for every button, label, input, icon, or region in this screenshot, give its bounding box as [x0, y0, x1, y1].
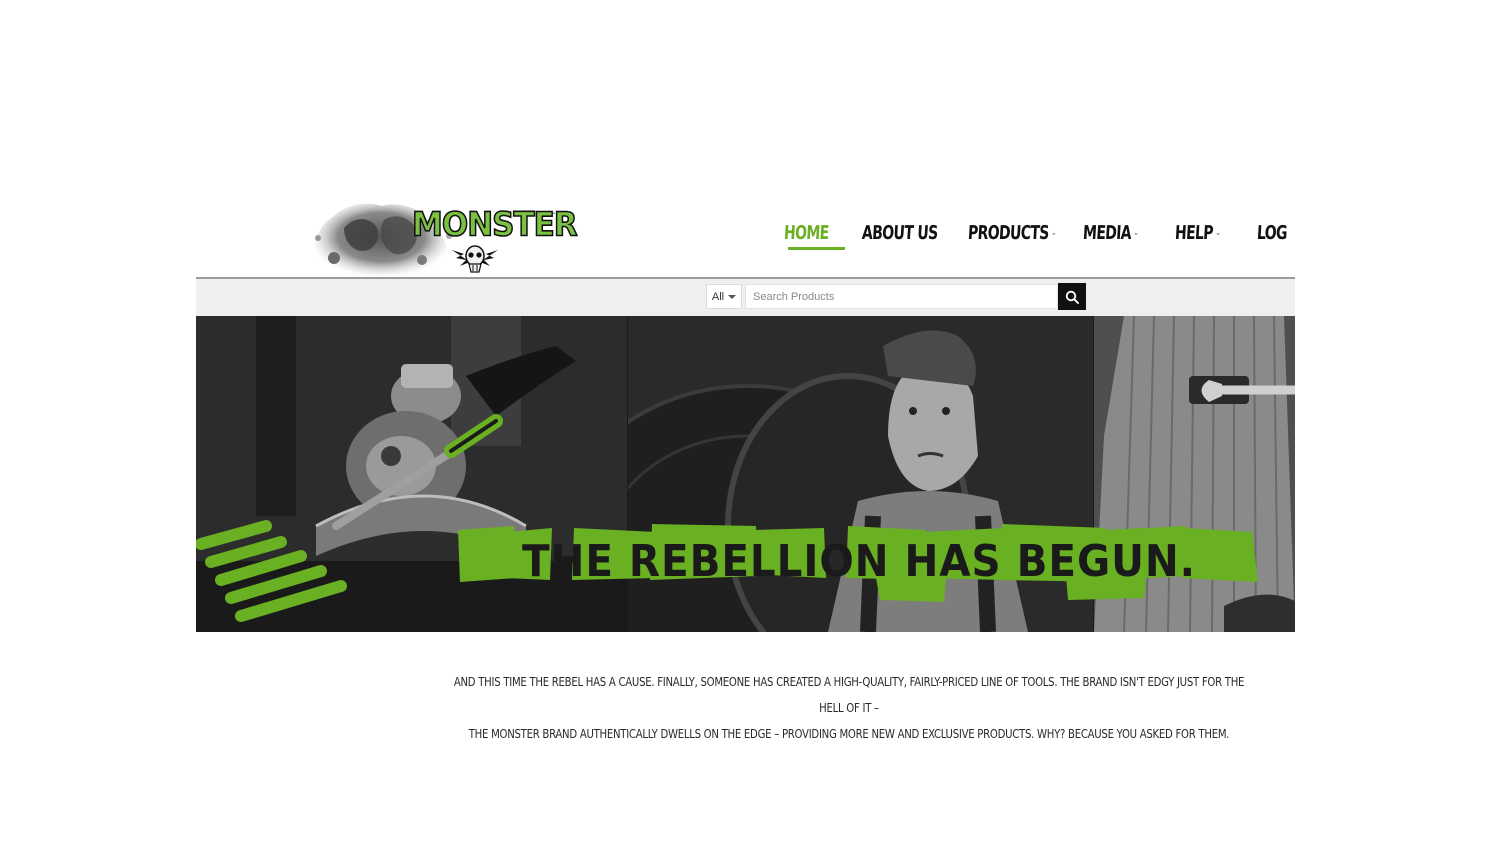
brand-logo[interactable]: MONSTER ™ — [304, 198, 578, 278]
tagline-line-1: And this time the rebel has a cause. Fin… — [453, 674, 1245, 715]
brand-tagline: And this time the rebel has a cause. Fin… — [449, 669, 1250, 747]
search-icon — [1065, 290, 1079, 304]
tagline-line-2: the Monster brand authentically dwells o… — [468, 726, 1230, 741]
chevron-down-icon: ⌄ — [1215, 228, 1221, 238]
nav-item-login[interactable]: LOG — [1256, 222, 1290, 244]
nav-item-home[interactable]: HOME — [783, 222, 848, 244]
nav-item-products[interactable]: PRODUCTS ⌄ — [967, 222, 1063, 244]
search-category-select[interactable]: All — [706, 284, 742, 309]
slogan-text: THE REBELLION HAS BEGUN. — [521, 535, 1196, 587]
chevron-down-icon: ⌄ — [1133, 228, 1139, 238]
nav-item-media[interactable]: MEDIA ⌄ — [1082, 222, 1159, 244]
search-input[interactable] — [745, 284, 1058, 309]
search-bar: All — [196, 279, 1295, 316]
website-frame: MONSTER ™ HOME ABOUT US PRODUCTS ⌄ MEDIA… — [196, 196, 1295, 632]
nav-item-label: MEDIA — [1082, 222, 1132, 244]
hero-banner[interactable]: THE REBELLION HAS BEGUN. — [196, 316, 1295, 632]
nav-item-about-us[interactable]: ABOUT US — [861, 222, 949, 244]
caret-down-icon — [728, 294, 737, 299]
nav-item-label: HELP — [1174, 222, 1214, 244]
chevron-down-icon: ⌄ — [1050, 228, 1057, 238]
site-header: MONSTER ™ HOME ABOUT US PRODUCTS ⌄ MEDIA… — [196, 196, 1295, 279]
nav-item-label: PRODUCTS — [967, 222, 1050, 244]
logo-trademark: ™ — [550, 212, 556, 219]
nav-item-help[interactable]: HELP ⌄ — [1174, 222, 1243, 244]
active-nav-indicator — [788, 247, 845, 250]
hero-slogan: THE REBELLION HAS BEGUN. — [456, 518, 1262, 604]
nav-item-label: LOG — [1256, 222, 1288, 244]
search-button[interactable] — [1058, 283, 1086, 310]
main-navigation: HOME ABOUT US PRODUCTS ⌄ MEDIA ⌄ HELP ⌄ … — [783, 222, 1295, 244]
search-category-value: All — [711, 290, 725, 303]
skull-wings-icon — [452, 245, 498, 273]
nav-item-label: ABOUT US — [861, 222, 939, 244]
nav-item-label: HOME — [783, 222, 830, 244]
